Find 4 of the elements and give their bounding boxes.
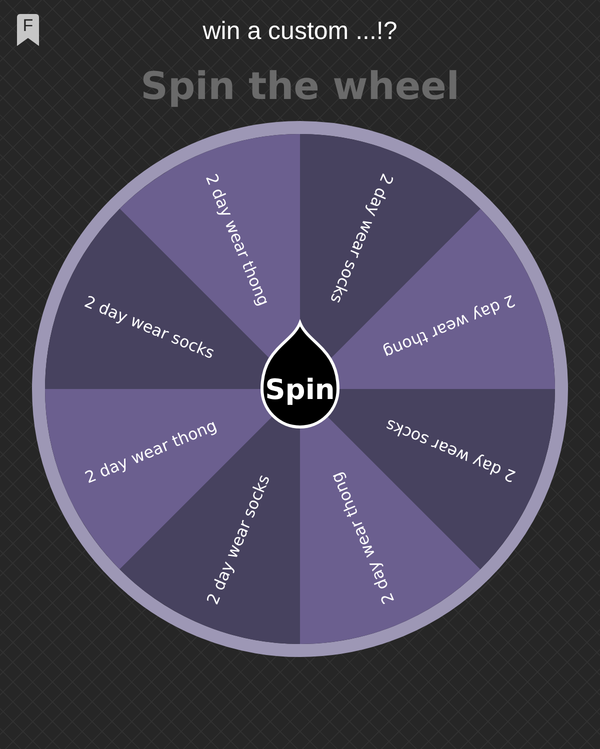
spin-button[interactable]: Spin <box>260 322 340 428</box>
wheel-heading: Spin the wheel <box>140 64 460 110</box>
page-title: win a custom ...!? <box>202 16 398 46</box>
bookmark-badge[interactable]: F <box>17 14 39 46</box>
